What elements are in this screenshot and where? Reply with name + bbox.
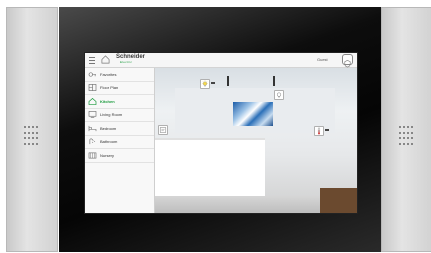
crib-icon: [88, 151, 97, 159]
sidebar-item-nursery[interactable]: Nursery: [85, 149, 154, 163]
lightbulb-on-icon: [202, 80, 208, 87]
sidebar-item-label: Living Room: [100, 112, 123, 118]
sidebar-item-bathroom[interactable]: Bathroom: [85, 136, 154, 149]
user-label[interactable]: Guest: [317, 57, 328, 62]
touch-screen: Schneider Electric Guest Favorites Floor…: [84, 52, 358, 214]
light-value-tag: [211, 82, 215, 84]
speaker-grille: [399, 126, 415, 146]
lightbulb-icon: [276, 92, 282, 98]
sidebar-item-label: Nursery: [100, 152, 115, 158]
brand-logo-subtext: Electric: [120, 60, 133, 64]
speaker-grille: [24, 126, 40, 146]
sidebar-item-label: Bathroom: [100, 139, 118, 145]
sidebar-item-kitchen[interactable]: Kitchen: [85, 95, 154, 109]
kitchen-counter: [155, 138, 265, 200]
wall-panel-control[interactable]: [158, 125, 168, 135]
pendant-lamp: [273, 76, 275, 86]
key-icon: [88, 70, 97, 78]
room-photo: [155, 68, 357, 213]
wood-panel: [320, 188, 357, 213]
security-icon[interactable]: [342, 54, 353, 68]
sidebar-item-favorites[interactable]: Favorites: [85, 68, 154, 82]
house-icon: [88, 97, 97, 105]
wall-panel-icon: [159, 127, 167, 133]
top-bar: Schneider Electric Guest: [85, 53, 357, 68]
thermostat-value-tag: [325, 129, 329, 131]
thermostat-icon: [317, 127, 321, 135]
pendant-lamp: [227, 76, 229, 86]
sidebar-item-living-room[interactable]: Living Room: [85, 109, 154, 122]
menu-icon[interactable]: [89, 57, 95, 64]
sidebar: Favorites Floor Plan Kitchen Living Room…: [85, 68, 155, 213]
wall-artwork: [233, 102, 273, 126]
sidebar-item-bedroom[interactable]: Bedroom: [85, 122, 154, 136]
bed-icon: [88, 124, 97, 132]
sidebar-item-floor-plan[interactable]: Floor Plan: [85, 82, 154, 95]
home-icon[interactable]: [101, 55, 110, 64]
light-control[interactable]: [200, 79, 210, 89]
sidebar-item-label: Favorites: [100, 71, 117, 77]
left-speaker-panel: [6, 7, 58, 252]
sidebar-item-label: Kitchen: [100, 98, 115, 104]
thermostat-control[interactable]: [314, 126, 324, 136]
right-speaker-panel: [381, 7, 431, 252]
tv-icon: [88, 111, 97, 119]
light-control[interactable]: [274, 90, 284, 100]
floor-plan-icon: [88, 84, 97, 92]
shower-icon: [88, 138, 97, 146]
sidebar-item-label: Floor Plan: [100, 85, 119, 91]
sidebar-item-label: Bedroom: [100, 125, 117, 131]
